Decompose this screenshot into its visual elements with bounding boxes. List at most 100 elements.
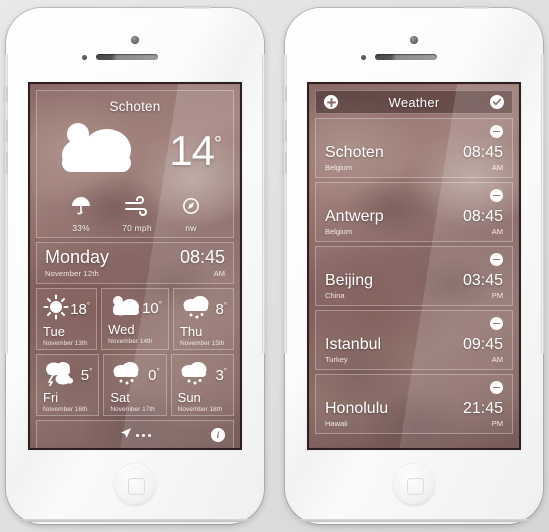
forecast-cell-top: 5° (43, 360, 92, 391)
current-weather-panel[interactable]: Schoten 14° 33% 70 mph nw (36, 90, 234, 238)
metric-value: 33% (72, 223, 90, 233)
city-time: 03:45 (462, 272, 503, 289)
city-name: Istanbul (325, 336, 382, 353)
city-info: Beijing China (325, 273, 373, 301)
volume-up-button[interactable] (4, 120, 7, 142)
forecast-cell-top: 18° (43, 294, 90, 325)
forecast-temp: 18° (70, 301, 91, 318)
forecast-date: November 17th (110, 406, 155, 413)
city-info: Honolulu Hawaii (325, 400, 389, 429)
mute-switch[interactable] (283, 86, 286, 102)
city-meridiem: AM (491, 227, 503, 236)
metrics-row: 33% 70 mph nw (45, 196, 225, 233)
forecast-cell[interactable]: 5° Fri November 16th (36, 354, 100, 416)
metric-wind-speed: 70 mph (122, 196, 152, 233)
forecast-date: November 16th (43, 406, 88, 413)
city-meridiem: AM (491, 355, 503, 364)
location-control[interactable] (120, 426, 151, 444)
weather-app: Schoten 14° 33% 70 mph nw Monday Novembe… (30, 84, 240, 448)
forecast-cell-bottom: Sat November 17th (110, 391, 159, 413)
add-city-button[interactable] (324, 95, 338, 109)
city-meridiem: PM (491, 291, 503, 300)
city-meridiem: AM (491, 163, 503, 172)
current-temperature: 14° (169, 126, 222, 174)
done-button[interactable] (490, 95, 504, 109)
earpiece-speaker (375, 54, 437, 60)
city-country: Hawaii (325, 419, 348, 428)
city-country: China (325, 291, 345, 300)
forecast-day: Tue (43, 324, 65, 339)
page-title: Schoten (109, 99, 161, 114)
city-time-block: 21:45 PM (462, 400, 503, 429)
remove-city-button[interactable] (490, 381, 503, 394)
mute-switch[interactable] (4, 86, 7, 102)
forecast-temp: 10° (142, 300, 162, 317)
bottom-toolbar: i (36, 420, 234, 448)
umbrella-icon (70, 197, 92, 219)
city-name: Honolulu (325, 400, 389, 417)
forecast-cell[interactable]: 8° Thu November 15th (172, 288, 235, 350)
forecast-cell[interactable]: 3° Sun November 18th (170, 354, 234, 416)
forecast-day: Sat (110, 390, 130, 405)
forecast-day: Wed (108, 322, 135, 337)
device-bottom-edge (20, 519, 250, 522)
forecast-date: November 18th (177, 406, 223, 413)
home-button[interactable] (393, 464, 435, 506)
city-time: 21:45 (462, 400, 503, 417)
forecast-temp: 0° (148, 367, 160, 384)
scene: Schoten 14° 33% 70 mph nw Monday Novembe… (0, 0, 549, 532)
remove-city-button[interactable] (490, 125, 503, 138)
power-button[interactable] (184, 6, 210, 9)
today-panel[interactable]: Monday November 12th 08:45 AM (36, 242, 234, 284)
forecast-cell-top: 0° (110, 360, 160, 391)
proximity-sensor-icon (82, 55, 87, 60)
remove-city-button[interactable] (490, 317, 503, 330)
sun-behind-cloud-icon (49, 118, 141, 183)
city-time-block: 08:45 AM (463, 209, 503, 237)
page-title: Weather (388, 94, 440, 110)
forecast-cell-top: 3° (178, 360, 227, 391)
wind-icon (124, 196, 150, 219)
volume-up-button[interactable] (283, 120, 286, 142)
snow-cloud-icon (178, 360, 210, 391)
metric-value: nw (185, 223, 197, 233)
volume-down-button[interactable] (4, 152, 7, 174)
forecast-cell[interactable]: 0° Sat November 17th (103, 354, 167, 416)
power-button[interactable] (463, 6, 489, 9)
forecast-cell-top: 8° (180, 294, 227, 325)
home-square-icon (406, 477, 424, 495)
forecast-cell[interactable]: 18° Tue November 13th (36, 288, 98, 350)
list-header: Weather (315, 90, 513, 114)
city-time-block: 09:45 AM (463, 337, 503, 365)
list-item[interactable]: Antwerp Belgium 08:45 AM (315, 182, 513, 242)
earpiece-speaker (96, 54, 158, 60)
location-arrow-icon (120, 426, 132, 444)
volume-down-button[interactable] (283, 152, 286, 174)
remove-city-button[interactable] (490, 253, 503, 266)
forecast-cell-bottom: Fri November 16th (43, 391, 92, 413)
list-item[interactable]: Istanbul Turkey 09:45 AM (315, 310, 513, 370)
city-list-app: Weather Schoten Belgium 08:45 AM Antwerp… (309, 84, 519, 448)
forecast-cell-bottom: Tue November 13th (43, 325, 90, 347)
metric-value: 70 mph (122, 223, 152, 233)
city-time: 08:45 (462, 144, 503, 161)
device-bottom-edge (299, 519, 529, 522)
forecast-cell[interactable]: 10° Wed November 14th (101, 288, 169, 350)
side-band-right (541, 54, 544, 354)
today-time: 08:45 (179, 247, 225, 267)
home-button[interactable] (114, 464, 156, 506)
forecast-cell-top: 10° (108, 294, 162, 323)
remove-city-button[interactable] (490, 189, 503, 202)
forecast-temp: 5° (80, 367, 93, 384)
list-item[interactable]: Honolulu Hawaii 21:45 PM (315, 374, 513, 434)
info-button[interactable]: i (211, 428, 225, 442)
thunderstorm-icon (43, 360, 77, 391)
forecast-date: November 15th (179, 340, 225, 347)
list-item[interactable]: Schoten Belgium 08:45 AM (315, 118, 513, 178)
city-info: Istanbul Turkey (325, 336, 382, 365)
forecast-date: November 14th (108, 338, 153, 345)
phone-device-right: Weather Schoten Belgium 08:45 AM Antwerp… (283, 6, 544, 524)
forecast-row-2: 5° Fri November 16th 0° Sat November 17t… (36, 354, 234, 416)
forecast-date: November 13th (43, 340, 88, 347)
list-item[interactable]: Beijing China 03:45 PM (315, 246, 513, 306)
